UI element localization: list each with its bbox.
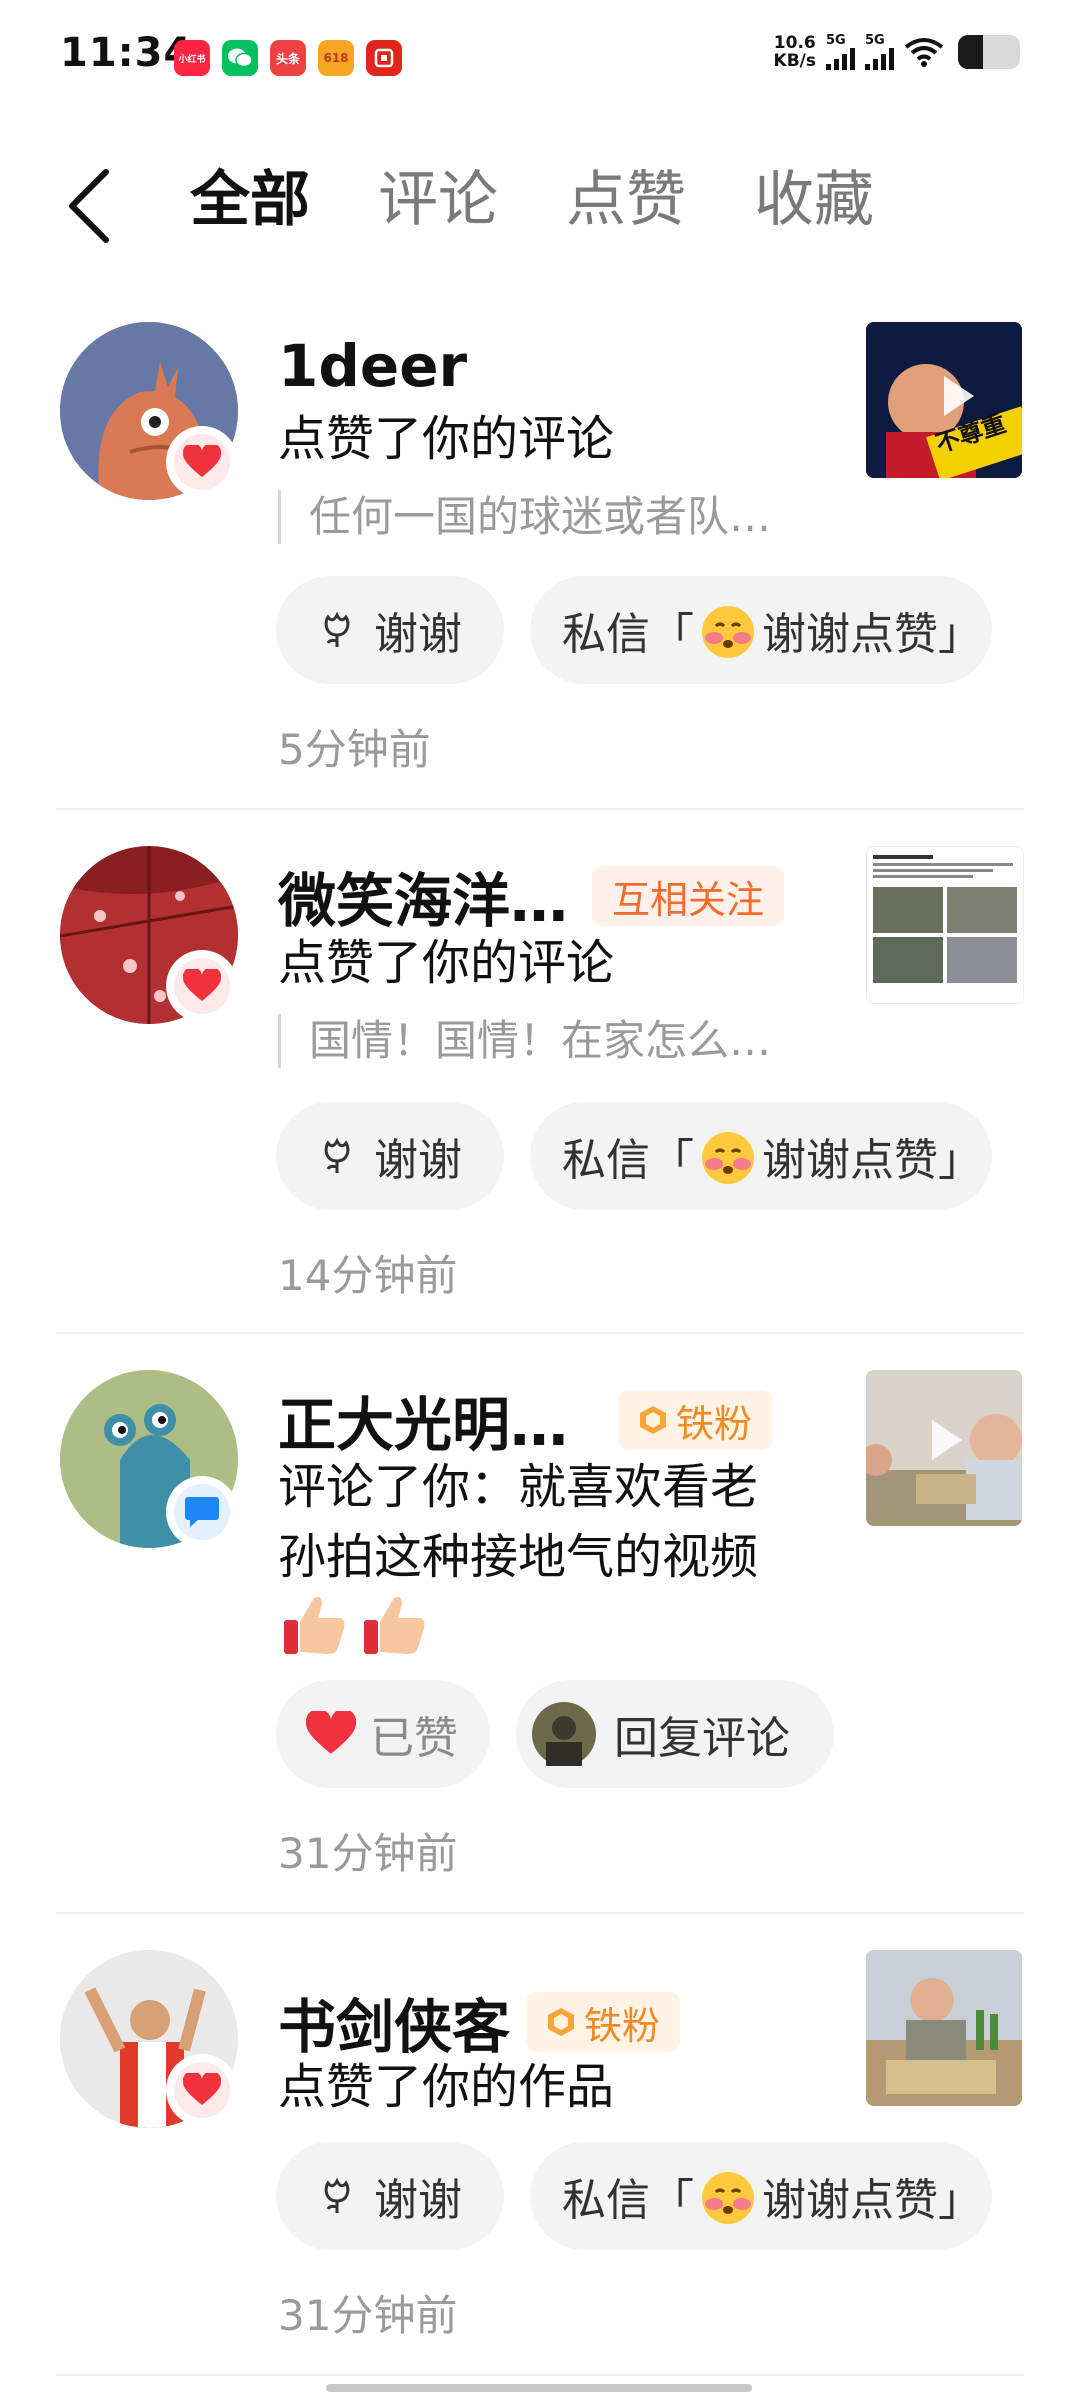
flower-icon: [324, 1137, 350, 1173]
thanks-button[interactable]: 谢谢: [276, 576, 504, 684]
signal-icon: 5G: [865, 34, 894, 70]
thumbs-up-emojis: [282, 1590, 428, 1658]
dm-thanks-button[interactable]: 私信「 谢谢点赞」: [530, 2142, 992, 2250]
quoted-comment[interactable]: 国情！国情！在家怎么…: [278, 1014, 771, 1068]
heart-icon: [183, 969, 221, 1001]
hexagon-badge-icon: [548, 2008, 575, 2036]
heart-icon: [183, 2073, 221, 2105]
like-badge: [166, 950, 238, 1022]
avatar-mini: [532, 1702, 596, 1766]
tab-likes[interactable]: 点赞: [566, 160, 686, 240]
user-name[interactable]: 1deer: [278, 332, 467, 400]
action-text: 点赞了你的评论: [278, 935, 615, 991]
divider: [56, 808, 1024, 810]
blush-emoji-icon: [702, 2172, 754, 2224]
blush-emoji-icon: [702, 1132, 754, 1184]
back-arrow-icon[interactable]: [62, 166, 118, 246]
thanks-label: 谢谢: [374, 2175, 462, 2226]
post-thumbnail[interactable]: [866, 1370, 1022, 1526]
thanks-button[interactable]: 谢谢: [276, 1102, 504, 1210]
tab-all[interactable]: 全部: [190, 160, 310, 240]
post-thumbnail[interactable]: [866, 846, 1024, 1004]
wifi-icon: [904, 38, 944, 67]
home-indicator[interactable]: [326, 2384, 752, 2392]
toutiao-icon: 头条: [270, 40, 306, 76]
network-speed: 10.6 KB/s: [773, 33, 816, 71]
xiaohongshu-icon: 小红书: [174, 40, 210, 76]
status-bar: 11:34 小红书 头条 618 10.6 KB/s 5G 5G: [0, 0, 1080, 116]
jd-icon: [366, 40, 402, 76]
dm-thanks-button[interactable]: 私信「 谢谢点赞」: [530, 576, 992, 684]
heart-icon: [183, 445, 221, 477]
like-badge: [166, 426, 238, 498]
user-name[interactable]: 微笑海洋…: [278, 854, 568, 938]
thumbs-up-icon: [284, 1596, 345, 1654]
wechat-icon: [222, 40, 258, 76]
reply-comment-button[interactable]: 回复评论: [516, 1680, 834, 1788]
divider: [56, 1912, 1024, 1914]
thanks-label: 谢谢: [374, 609, 462, 660]
signal-icon: 5G: [826, 34, 855, 70]
liked-button[interactable]: 已赞: [276, 1680, 490, 1788]
tab-comments[interactable]: 评论: [378, 160, 498, 240]
divider: [56, 1332, 1024, 1334]
post-thumbnail[interactable]: [866, 1950, 1022, 2106]
heart-icon: [306, 1711, 356, 1754]
header: 全部 评论 点赞 收藏: [0, 150, 1080, 260]
shopping-618-icon: 618: [318, 40, 354, 76]
divider: [56, 2374, 1024, 2376]
thumbs-up-icon: [364, 1596, 425, 1654]
iron-fan-tag: 铁粉: [526, 1992, 681, 2052]
iron-fan-tag: 铁粉: [618, 1390, 773, 1450]
tab-bar: 全部 评论 点赞 收藏: [190, 160, 942, 240]
post-thumbnail[interactable]: 不尊重: [866, 322, 1022, 478]
comment-bubble-icon: [185, 1497, 219, 1527]
timestamp: 31分钟前: [278, 2291, 458, 2340]
clock: 11:34: [60, 30, 193, 76]
timestamp: 14分钟前: [278, 1251, 458, 1300]
mutual-follow-tag: 互相关注: [592, 866, 785, 926]
hexagon-badge-icon: [640, 1406, 667, 1434]
thanks-button[interactable]: 谢谢: [276, 2142, 504, 2250]
thanks-label: 谢谢: [374, 1135, 462, 1186]
notification-app-icons: 小红书 头条 618: [174, 40, 402, 76]
timestamp: 5分钟前: [278, 725, 431, 774]
reply-label: 回复评论: [614, 1713, 790, 1764]
action-text: 点赞了你的评论: [278, 411, 615, 467]
flower-icon: [324, 2177, 350, 2213]
quoted-comment[interactable]: 任何一国的球迷或者队…: [278, 490, 771, 544]
flower-icon: [324, 611, 350, 647]
comment-badge: [166, 1476, 238, 1548]
blush-emoji-icon: [702, 606, 754, 658]
like-badge: [166, 2054, 238, 2126]
tab-favorites[interactable]: 收藏: [754, 160, 874, 240]
dm-thanks-button[interactable]: 私信「 谢谢点赞」: [530, 1102, 992, 1210]
comment-text: 评论了你：就喜欢看老 孙拍这种接地气的视频: [278, 1459, 759, 1585]
timestamp: 31分钟前: [278, 1829, 458, 1878]
user-name[interactable]: 正大光明…: [278, 1378, 568, 1462]
battery-icon: [958, 35, 1020, 69]
liked-label: 已赞: [370, 1713, 458, 1764]
action-text: 点赞了你的作品: [278, 2059, 615, 2115]
